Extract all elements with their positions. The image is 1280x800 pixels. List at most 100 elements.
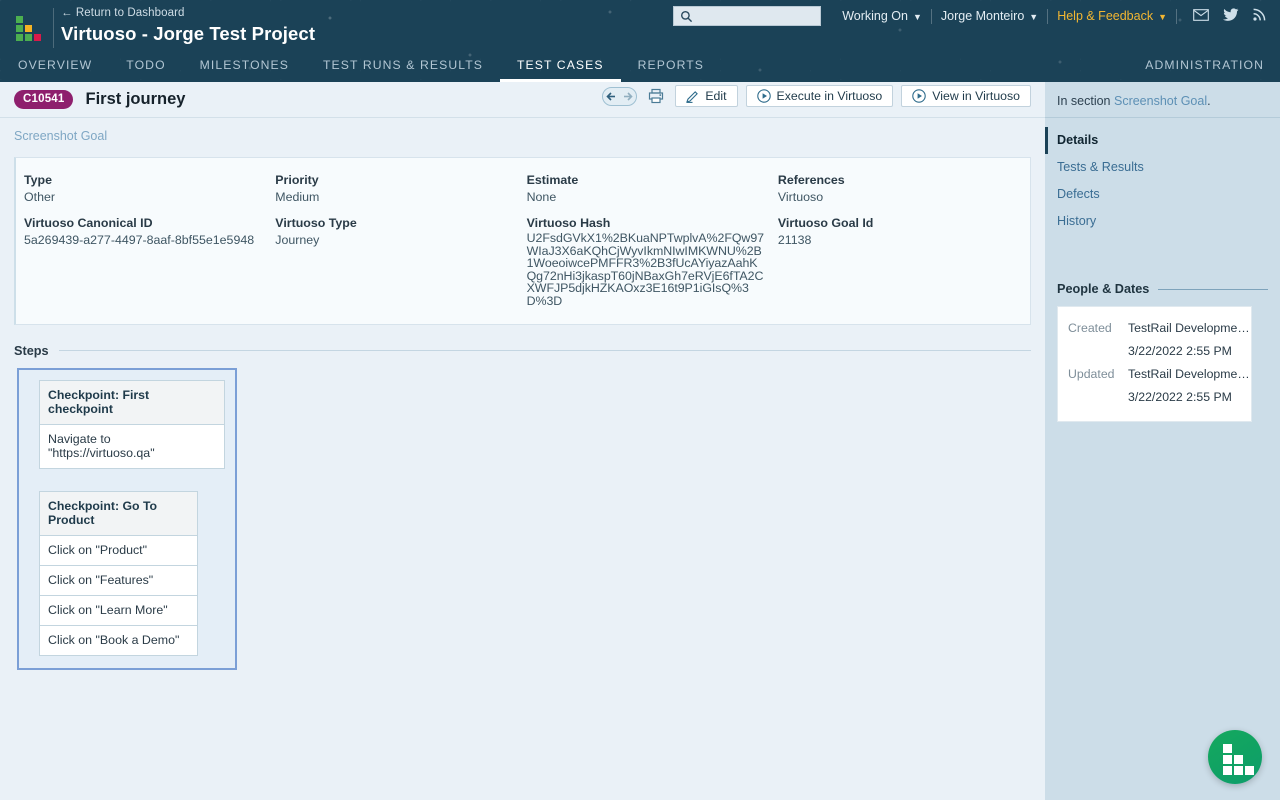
chevron-down-icon: ▼: [1029, 13, 1038, 22]
utility-divider: [1176, 9, 1177, 24]
right-sidebar: In section Screenshot Goal. Details Test…: [1045, 82, 1280, 800]
updated-timestamp: 3/22/2022 2:55 PM: [1058, 385, 1251, 409]
sidebar-item-defects[interactable]: Defects: [1045, 181, 1280, 208]
user-menu[interactable]: Jorge Monteiro ▼: [932, 9, 1047, 23]
step-row[interactable]: Click on "Book a Demo": [39, 626, 198, 656]
case-id-badge: C10541: [14, 90, 73, 109]
main-navigation-tabs: OVERVIEW TODO MILESTONES TEST RUNS & RES…: [0, 52, 721, 82]
printer-icon: [648, 88, 664, 104]
floating-action-button[interactable]: [1208, 730, 1262, 784]
sidebar-navigation: Details Tests & Results Defects History: [1045, 118, 1280, 235]
field-value: 5a269439-a277-4497-8aaf-8bf55e1e5948: [24, 232, 267, 249]
main-content-column: C10541 First journey: [0, 82, 1045, 800]
field-label: Type: [24, 172, 267, 189]
user-name-label: Jorge Monteiro: [941, 9, 1024, 23]
field-label: Virtuoso Hash: [527, 215, 770, 232]
chevron-down-icon: ▼: [913, 13, 922, 22]
print-button[interactable]: [645, 88, 667, 104]
steps-section-header: Steps: [14, 344, 1031, 358]
nav-administration-link[interactable]: ADMINISTRATION: [1145, 52, 1264, 79]
people-dates-header: People & Dates: [1057, 282, 1268, 296]
step-row[interactable]: Click on "Learn More": [39, 596, 198, 626]
steps-title: Steps: [14, 344, 49, 358]
nav-tab-reports[interactable]: REPORTS: [621, 52, 721, 82]
created-timestamp: 3/22/2022 2:55 PM: [1058, 339, 1251, 363]
execute-button-label: Execute in Virtuoso: [777, 89, 883, 103]
mail-icon[interactable]: [1193, 9, 1209, 24]
nav-tab-test-cases[interactable]: TEST CASES: [500, 52, 621, 82]
twitter-icon[interactable]: [1223, 8, 1239, 24]
case-header-actions: Edit Execute in Virtuoso View in Virtuos…: [602, 85, 1031, 107]
nav-tab-milestones[interactable]: MILESTONES: [183, 52, 306, 82]
field-value: None: [527, 189, 770, 206]
people-row-created: Created TestRail Developme…: [1058, 317, 1251, 339]
pencil-icon: [686, 90, 699, 103]
nav-tab-overview[interactable]: OVERVIEW: [0, 52, 109, 82]
field-label: Virtuoso Canonical ID: [24, 215, 267, 232]
field-references: References Virtuoso: [778, 172, 1030, 206]
field-label: Priority: [275, 172, 518, 189]
row-value: TestRail Developme…: [1128, 363, 1250, 385]
sidebar-item-history[interactable]: History: [1045, 208, 1280, 235]
section-breadcrumb-link[interactable]: Screenshot Goal: [0, 118, 1045, 153]
sidebar-in-section: In section Screenshot Goal.: [1045, 82, 1280, 118]
view-in-virtuoso-button[interactable]: View in Virtuoso: [901, 85, 1031, 107]
row-key: Updated: [1068, 363, 1128, 385]
working-on-menu[interactable]: Working On ▼: [833, 9, 931, 23]
checkpoint-header[interactable]: Checkpoint: Go To Product: [39, 491, 198, 536]
execute-in-virtuoso-button[interactable]: Execute in Virtuoso: [746, 85, 894, 107]
steps-container[interactable]: Checkpoint: First checkpoint Navigate to…: [17, 368, 237, 670]
rss-icon[interactable]: [1253, 8, 1266, 24]
field-value: Journey: [275, 232, 518, 249]
help-feedback-label: Help & Feedback: [1057, 9, 1153, 23]
chevron-down-icon: ▼: [1158, 13, 1167, 22]
field-value: Other: [24, 189, 267, 206]
play-circle-icon: [912, 89, 926, 103]
sidebar-item-tests-results[interactable]: Tests & Results: [1045, 154, 1280, 181]
arrow-right-icon[interactable]: [621, 91, 633, 102]
field-label: Estimate: [527, 172, 770, 189]
step-row[interactable]: Click on "Product": [39, 536, 198, 566]
in-section-suffix: .: [1207, 94, 1210, 108]
people-dates-title: People & Dates: [1057, 282, 1149, 296]
field-virtuoso-goal-id: Virtuoso Goal Id 21138: [778, 215, 1030, 249]
checkpoint-group: Checkpoint: Go To Product Click on "Prod…: [39, 491, 235, 656]
details-column-4: References Virtuoso Virtuoso Goal Id 211…: [770, 172, 1030, 308]
field-type: Type Other: [24, 172, 267, 206]
sidebar-item-details[interactable]: Details: [1045, 127, 1280, 154]
in-section-link[interactable]: Screenshot Goal: [1114, 94, 1207, 108]
details-column-2: Priority Medium Virtuoso Type Journey: [267, 172, 518, 308]
case-header: C10541 First journey: [0, 82, 1045, 118]
details-column-3: Estimate None Virtuoso Hash U2FsdGVkX1%2…: [519, 172, 770, 308]
return-to-dashboard-link[interactable]: ← Return to Dashboard: [61, 7, 185, 19]
case-title: First journey: [85, 90, 185, 109]
nav-tab-todo[interactable]: TODO: [109, 52, 182, 82]
edit-button[interactable]: Edit: [675, 85, 737, 107]
field-estimate: Estimate None: [527, 172, 770, 206]
field-value: 21138: [778, 232, 1030, 249]
field-value: U2FsdGVkX1%2BKuaNPTwplvA%2FQw97WIaJ3X6aK…: [527, 232, 765, 308]
field-virtuoso-canonical-id: Virtuoso Canonical ID 5a269439-a277-4497…: [24, 215, 267, 249]
step-row[interactable]: Click on "Features": [39, 566, 198, 596]
help-feedback-menu[interactable]: Help & Feedback ▼: [1048, 9, 1176, 23]
checkpoint-header[interactable]: Checkpoint: First checkpoint: [39, 380, 225, 425]
field-priority: Priority Medium: [275, 172, 518, 206]
prev-next-navigation[interactable]: [602, 87, 637, 106]
working-on-label: Working On: [842, 9, 908, 23]
step-row[interactable]: Navigate to "https://virtuoso.qa": [39, 425, 225, 469]
people-dates-card: Created TestRail Developme… 3/22/2022 2:…: [1057, 306, 1252, 422]
search-box[interactable]: [673, 6, 821, 26]
arrow-left-icon[interactable]: [606, 91, 618, 102]
edit-button-label: Edit: [705, 89, 726, 103]
field-value: Virtuoso: [778, 189, 1030, 206]
in-section-prefix: In section: [1057, 94, 1114, 108]
nav-tab-test-runs-results[interactable]: TEST RUNS & RESULTS: [306, 52, 500, 82]
top-utility-bar: Working On ▼ Jorge Monteiro ▼ Help & Fee…: [673, 5, 1266, 27]
case-details-card: Type Other Virtuoso Canonical ID 5a26943…: [14, 157, 1031, 325]
search-input[interactable]: [693, 9, 803, 23]
row-key: Created: [1068, 317, 1128, 339]
people-row-updated: Updated TestRail Developme…: [1058, 363, 1251, 385]
field-virtuoso-hash: Virtuoso Hash U2FsdGVkX1%2BKuaNPTwplvA%2…: [527, 215, 770, 308]
field-label: Virtuoso Goal Id: [778, 215, 1030, 232]
field-label: Virtuoso Type: [275, 215, 518, 232]
